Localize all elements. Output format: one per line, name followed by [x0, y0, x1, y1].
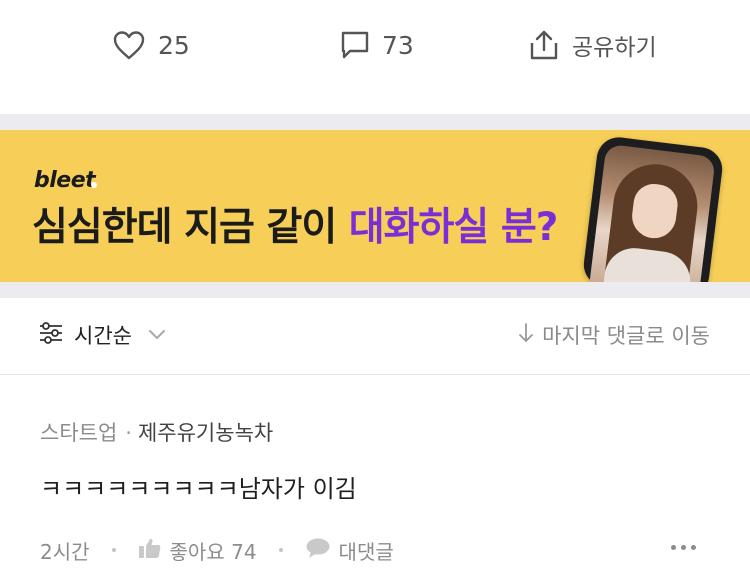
- comment-meta: 스타트업 · 제주유기농녹차: [40, 421, 274, 445]
- speech-bubble-icon: [305, 537, 331, 564]
- more-options-button[interactable]: [669, 537, 698, 558]
- reply-label: 대댓글: [338, 539, 394, 564]
- banner-headline-main: 심심한데 지금 같이: [32, 205, 349, 250]
- share-label: 공유하기: [572, 35, 657, 61]
- jump-label: 마지막 댓글로 이동: [542, 324, 710, 348]
- comment-footer: 2시간 좋아요 74 대댓글: [40, 535, 394, 565]
- comment-like-button[interactable]: 좋아요 74: [138, 536, 257, 565]
- ad-banner[interactable]: bleet 심심한데 지금 같이 대화하실 분?: [0, 130, 750, 282]
- post-action-bar: 25 73 공유하기: [0, 0, 750, 114]
- profile-photo: [589, 143, 716, 282]
- comment-time: 2시간: [40, 539, 90, 564]
- sort-label: 시간순: [74, 324, 132, 348]
- banner-headline: 심심한데 지금 같이 대화하실 분?: [32, 196, 559, 252]
- comment-button[interactable]: 73: [340, 26, 414, 64]
- section-divider: [0, 114, 750, 130]
- jump-to-last-comment[interactable]: 마지막 댓글로 이동: [518, 320, 710, 350]
- sort-dropdown[interactable]: 시간순: [38, 320, 166, 350]
- banner-headline-accent: 대화하실 분?: [348, 205, 559, 250]
- comment-text: ㅋㅋㅋㅋㅋㅋㅋㅋㅋ남자가 이김: [40, 475, 357, 503]
- brand-logo-dot: [91, 182, 97, 188]
- comment-item: 스타트업 · 제주유기농녹차 ㅋㅋㅋㅋㅋㅋㅋㅋㅋ남자가 이김 2시간 좋아요 74 …: [0, 375, 750, 584]
- like-count: 25: [158, 30, 190, 60]
- share-icon: [528, 29, 560, 61]
- author-category: 스타트업: [40, 421, 118, 445]
- author-name[interactable]: 제주유기농녹차: [138, 421, 273, 445]
- chevron-down-icon: [148, 326, 166, 345]
- sort-filter-icon: [38, 321, 64, 349]
- heart-icon: [112, 29, 146, 61]
- comment-sort-bar: 시간순 마지막 댓글로 이동: [0, 298, 750, 375]
- like-button[interactable]: 25: [112, 26, 190, 64]
- comment-like-label: 좋아요 74: [169, 539, 257, 564]
- comment-bubble-icon: [340, 30, 370, 60]
- more-icon: [671, 545, 676, 550]
- arrow-down-icon: [518, 322, 534, 348]
- reply-button[interactable]: 대댓글: [305, 536, 394, 565]
- brand-logo: bleet: [34, 168, 96, 193]
- phone-image: [581, 134, 725, 282]
- section-divider: [0, 282, 750, 298]
- share-button[interactable]: 공유하기: [528, 26, 657, 64]
- thumb-up-icon: [138, 537, 162, 564]
- comment-count: 73: [382, 30, 414, 60]
